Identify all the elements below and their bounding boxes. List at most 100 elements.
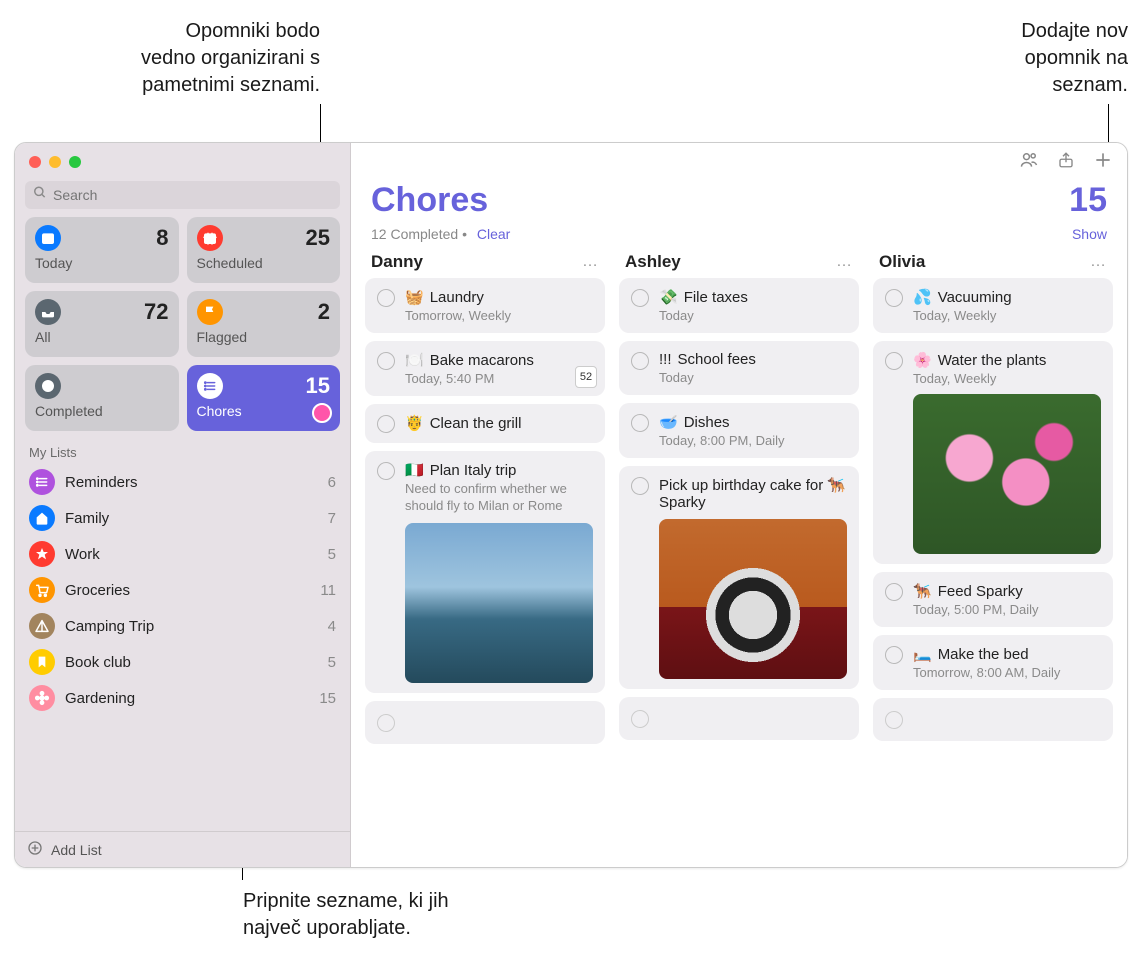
column-more-button[interactable]: …: [582, 253, 599, 271]
smart-list-name: Today: [35, 255, 169, 271]
new-reminder-placeholder[interactable]: [873, 698, 1113, 741]
reminder-card[interactable]: 🌸Water the plants Today, Weekly: [873, 341, 1113, 564]
calendar-week-badge: 52: [575, 366, 597, 388]
reminder-card[interactable]: 💦Vacuuming Today, Weekly: [873, 278, 1113, 333]
complete-checkbox[interactable]: [377, 714, 395, 732]
window-controls: [15, 143, 350, 181]
reminder-card[interactable]: 🐕‍🦺Feed Sparky Today, 5:00 PM, Daily: [873, 572, 1113, 627]
smart-list-today[interactable]: 8 Today: [25, 217, 179, 283]
smart-list-name: Chores: [197, 403, 331, 419]
reminder-subtext: Today, 5:00 PM, Daily: [913, 602, 1101, 617]
bookmark-icon: [29, 649, 55, 675]
complete-checkbox[interactable]: [631, 414, 649, 432]
reminder-subtext: Today, Weekly: [913, 308, 1101, 323]
list-row[interactable]: Reminders 6: [15, 464, 350, 500]
complete-checkbox[interactable]: [377, 462, 395, 480]
list-row[interactable]: Groceries 11: [15, 572, 350, 608]
tray-icon: [35, 299, 61, 325]
emoji-icon: 🛏️: [913, 645, 932, 663]
smart-list-count: 8: [156, 225, 168, 251]
complete-checkbox[interactable]: [885, 289, 903, 307]
add-reminder-button[interactable]: [1093, 150, 1113, 175]
reminder-title: Feed Sparky: [938, 583, 1023, 600]
complete-checkbox[interactable]: [377, 415, 395, 433]
reminder-title: School fees: [678, 351, 756, 368]
clear-completed-button[interactable]: Clear: [477, 226, 510, 242]
reminder-image: [913, 394, 1101, 554]
reminder-subtext: Today: [659, 370, 847, 385]
sidebar: 8 Today 25 Scheduled 72 All 2 Flagged Co…: [15, 143, 351, 867]
smart-list-all[interactable]: 72 All: [25, 291, 179, 357]
reminders-app-window: 8 Today 25 Scheduled 72 All 2 Flagged Co…: [14, 142, 1128, 868]
list-row[interactable]: Family 7: [15, 500, 350, 536]
search-input[interactable]: [25, 181, 340, 209]
complete-checkbox[interactable]: [631, 710, 649, 728]
emoji-icon: 💸: [659, 288, 678, 306]
reminder-image: [659, 519, 847, 679]
list-subheader: 12 Completed • Clear Show: [351, 226, 1127, 252]
new-reminder-placeholder[interactable]: [619, 697, 859, 740]
smart-list-flagged[interactable]: 2 Flagged: [187, 291, 341, 357]
add-list-button[interactable]: Add List: [15, 831, 350, 867]
collaborate-icon[interactable]: [1019, 150, 1039, 175]
complete-checkbox[interactable]: [631, 289, 649, 307]
list-count: 15: [319, 690, 336, 707]
reminder-title: File taxes: [684, 289, 748, 306]
emoji-icon: 🌸: [913, 351, 932, 369]
reminder-card[interactable]: 💸 File taxes Today: [619, 278, 859, 333]
list-row[interactable]: Camping Trip 4: [15, 608, 350, 644]
emoji-icon: 🇮🇹: [405, 461, 424, 479]
fullscreen-window-button[interactable]: [69, 156, 81, 168]
close-window-button[interactable]: [29, 156, 41, 168]
reminder-title: Vacuuming: [938, 289, 1012, 306]
complete-checkbox[interactable]: [885, 352, 903, 370]
complete-checkbox[interactable]: [885, 646, 903, 664]
list-row[interactable]: Gardening 15: [15, 680, 350, 716]
priority-prefix: !!!: [659, 351, 672, 368]
complete-checkbox[interactable]: [885, 583, 903, 601]
smart-list-scheduled[interactable]: 25 Scheduled: [187, 217, 341, 283]
smart-list-name: Completed: [35, 403, 169, 419]
reminder-title: Bake macarons: [430, 352, 534, 369]
reminder-card[interactable]: 🍽️Bake macarons Today, 5:40 PM 52: [365, 341, 605, 396]
list-row[interactable]: Work 5: [15, 536, 350, 572]
column-more-button[interactable]: …: [1090, 253, 1107, 271]
reminder-subtext: Tomorrow, Weekly: [405, 308, 593, 323]
complete-checkbox[interactable]: [377, 352, 395, 370]
reminder-subtext: Today: [659, 308, 847, 323]
annotation-pin-lists: Pripnite sezname, ki jih največ uporablj…: [243, 888, 523, 942]
list-count: 11: [320, 582, 336, 599]
reminder-card[interactable]: 🇮🇹Plan Italy trip Need to confirm whethe…: [365, 451, 605, 693]
list-count: 5: [328, 546, 336, 563]
reminder-card[interactable]: 🤴Clean the grill: [365, 404, 605, 443]
minimize-window-button[interactable]: [49, 156, 61, 168]
column-assignee: Ashley: [625, 252, 681, 272]
complete-checkbox[interactable]: [377, 289, 395, 307]
cart-icon: [29, 577, 55, 603]
search-icon: [33, 186, 47, 205]
reminder-card[interactable]: 🥣Dishes Today, 8:00 PM, Daily: [619, 403, 859, 458]
column-assignee: Olivia: [879, 252, 925, 272]
star-icon: [29, 541, 55, 567]
reminder-card[interactable]: 🧺Laundry Tomorrow, Weekly: [365, 278, 605, 333]
reminder-card[interactable]: !!! School fees Today: [619, 341, 859, 395]
complete-checkbox[interactable]: [631, 477, 649, 495]
share-icon[interactable]: [1057, 150, 1075, 175]
smart-list-chores[interactable]: 15 Chores: [187, 365, 341, 431]
column: Ashley … 💸 File taxes Today !!! School fe…: [619, 252, 859, 867]
reminder-title: Dishes: [684, 414, 730, 431]
show-completed-button[interactable]: Show: [1072, 226, 1107, 242]
smart-list-completed[interactable]: Completed: [25, 365, 179, 431]
tent-icon: [29, 613, 55, 639]
complete-checkbox[interactable]: [885, 711, 903, 729]
new-reminder-placeholder[interactable]: [365, 701, 605, 744]
complete-checkbox[interactable]: [631, 352, 649, 370]
reminder-card[interactable]: 🛏️Make the bed Tomorrow, 8:00 AM, Daily: [873, 635, 1113, 690]
reminder-subtext: Today, 5:40 PM: [405, 371, 593, 386]
list-row[interactable]: Book club 5: [15, 644, 350, 680]
smart-lists-grid: 8 Today 25 Scheduled 72 All 2 Flagged Co…: [15, 217, 350, 431]
column-more-button[interactable]: …: [836, 253, 853, 271]
flower-icon: [29, 685, 55, 711]
reminder-card[interactable]: Pick up birthday cake for 🐕‍🦺 Sparky: [619, 466, 859, 689]
annotation-add-reminder: Dodajte nov opomnik na seznam.: [968, 18, 1128, 99]
